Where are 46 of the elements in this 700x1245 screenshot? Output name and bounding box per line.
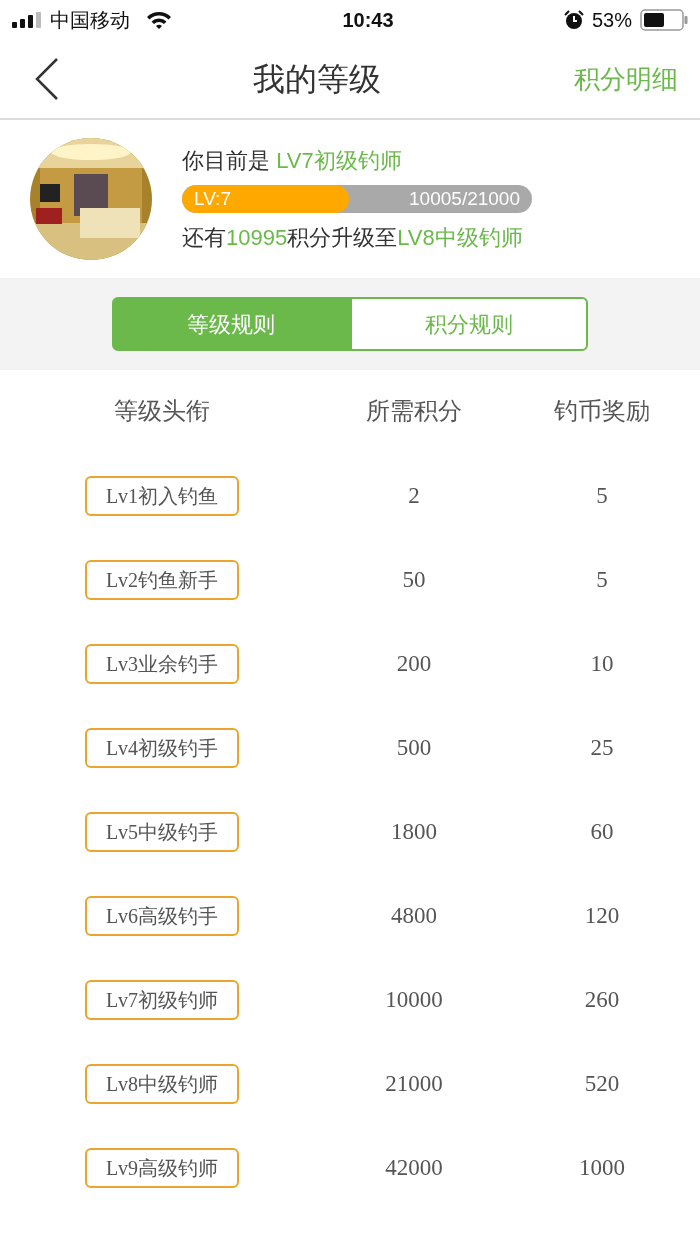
coins-cell-text: 10 xyxy=(590,649,614,678)
column-header: 所需积分 xyxy=(366,396,462,426)
points-cell-text: 42000 xyxy=(385,1153,443,1182)
coins-cell-text: 25 xyxy=(590,733,614,762)
points-cell-text: 50 xyxy=(402,565,426,594)
level-title-tag: Lv7初级钓师 xyxy=(85,980,239,1020)
points-reading: 10005/21000 xyxy=(409,187,520,211)
coins-cell-text: 260 xyxy=(584,985,620,1014)
level-title-tag: Lv3业余钓手 xyxy=(85,644,239,684)
points-cell-text: 21000 xyxy=(385,1069,443,1098)
next-level-text: 还有10995积分升级至LV8中级钓师 xyxy=(182,224,524,252)
coins-cell-text: 5 xyxy=(596,481,608,510)
battery-icon xyxy=(640,9,688,31)
points-cell-text: 200 xyxy=(396,649,432,678)
level-title-tag: Lv6高级钓手 xyxy=(85,896,239,936)
current-level-text: 你目前是 LV7初级钓师 xyxy=(182,147,403,175)
page-title: 我的等级 xyxy=(253,60,381,99)
tab[interactable]: 积分规则 xyxy=(350,297,588,351)
column-header: 等级头衔 xyxy=(114,396,210,426)
points-cell-text: 1800 xyxy=(391,817,437,846)
wifi-icon xyxy=(146,10,172,30)
coins-cell-text: 60 xyxy=(590,817,614,846)
back-icon[interactable] xyxy=(34,57,60,101)
points-cell-text: 2 xyxy=(408,481,420,510)
level-title-tag: Lv1初入钓鱼 xyxy=(85,476,239,516)
carrier-name: 中国移动 xyxy=(50,8,130,33)
details-link[interactable]: 积分明细 xyxy=(574,59,678,99)
level-title-tag: Lv4初级钓手 xyxy=(85,728,239,768)
column-header: 钓币奖励 xyxy=(554,396,650,426)
level-title-tag: Lv5中级钓手 xyxy=(85,812,239,852)
level-label: LV:7 xyxy=(194,187,231,211)
points-cell-text: 500 xyxy=(396,733,432,762)
coins-cell-text: 5 xyxy=(596,565,608,594)
tab[interactable]: 等级规则 xyxy=(112,297,350,351)
level-title-tag: Lv2钓鱼新手 xyxy=(85,560,239,600)
coins-cell-text: 120 xyxy=(584,901,620,930)
signal-icon xyxy=(12,12,42,28)
battery-percent: 53% xyxy=(591,8,632,33)
coins-cell-text: 1000 xyxy=(579,1153,625,1182)
level-title-tag: Lv9高级钓师 xyxy=(85,1148,239,1188)
coins-cell-text: 520 xyxy=(584,1069,620,1098)
level-title-tag: Lv8中级钓师 xyxy=(85,1064,239,1104)
points-cell-text: 4800 xyxy=(391,901,437,930)
status-time: 10:43 xyxy=(342,8,394,33)
alarm-icon xyxy=(563,10,584,30)
points-cell-text: 10000 xyxy=(385,985,443,1014)
